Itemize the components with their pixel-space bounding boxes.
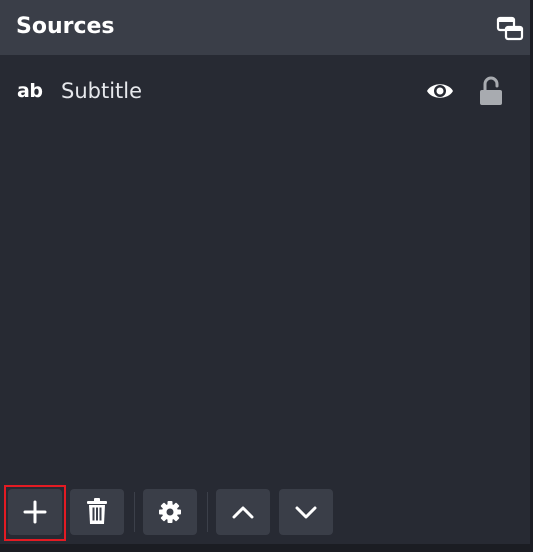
move-up-button[interactable] (216, 489, 270, 535)
move-down-button[interactable] (279, 489, 333, 535)
gear-icon (159, 501, 181, 523)
trash-icon (87, 498, 107, 524)
chevron-down-icon (295, 506, 317, 519)
remove-source-button[interactable] (70, 489, 124, 535)
toolbar-divider (207, 492, 208, 532)
panel-header: Sources (0, 0, 530, 55)
bottom-edge (0, 544, 533, 552)
eye-icon[interactable] (424, 78, 456, 104)
unlocked-lock-icon[interactable] (477, 76, 505, 106)
sources-toolbar (0, 480, 530, 544)
panel-title: Sources (16, 14, 115, 39)
add-source-button[interactable] (8, 489, 62, 535)
toolbar-divider (134, 492, 135, 532)
text-source-icon: ab (17, 80, 43, 102)
undock-icon[interactable] (496, 16, 524, 42)
source-item[interactable]: ab Subtitle (0, 70, 530, 112)
plus-icon (23, 500, 47, 524)
chevron-up-icon (232, 506, 254, 519)
source-properties-button[interactable] (143, 489, 197, 535)
sources-panel: Sources ab Subtitle (0, 0, 533, 552)
source-name: Subtitle (61, 79, 143, 103)
